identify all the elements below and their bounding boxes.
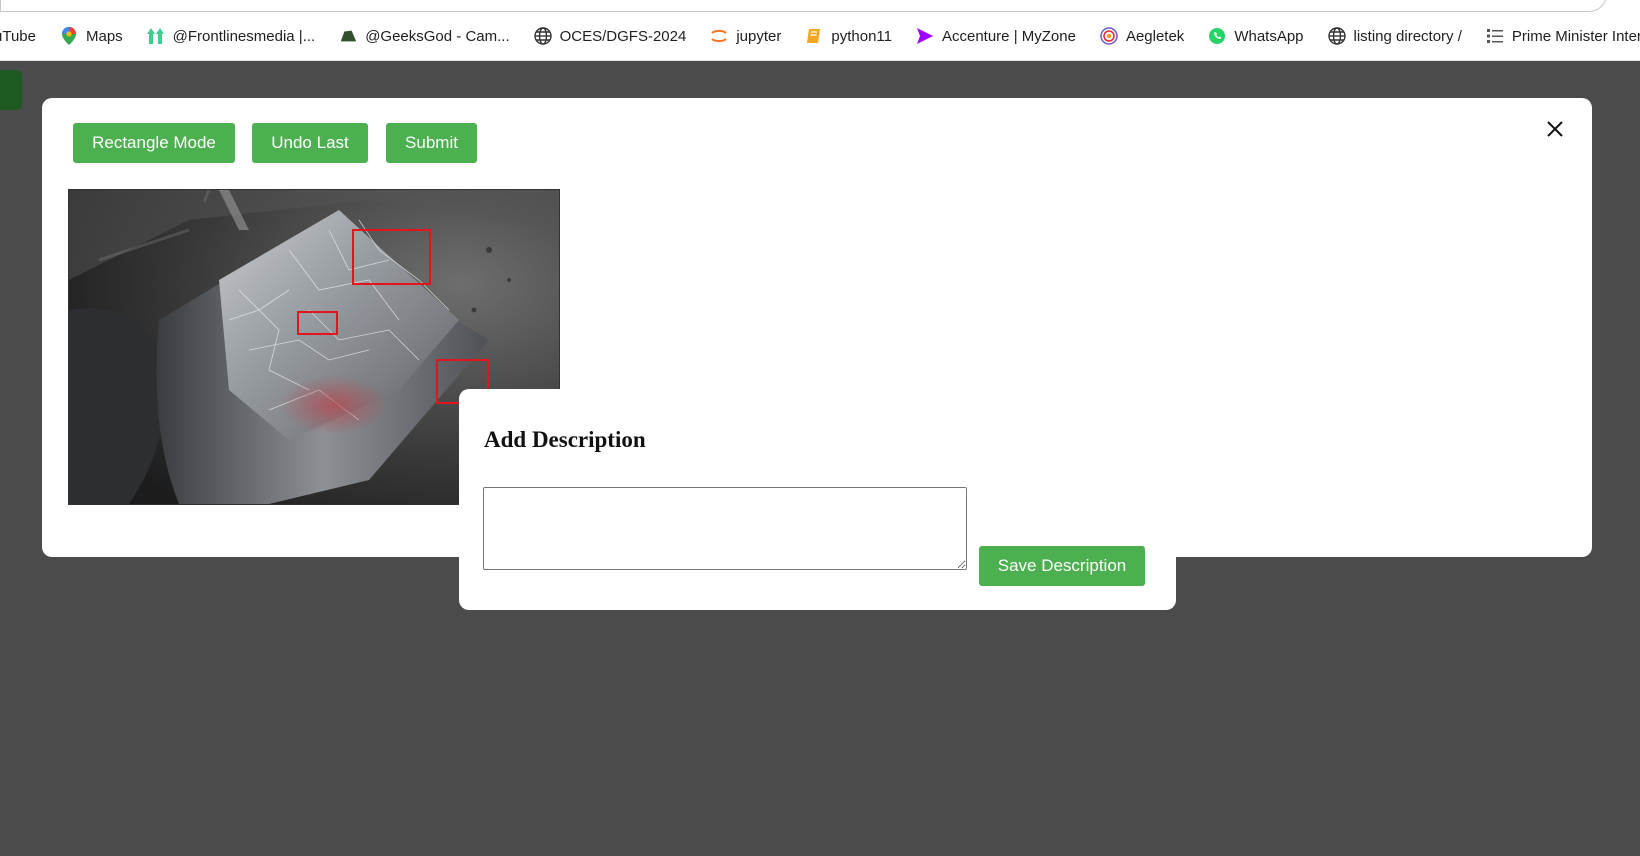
globe-icon xyxy=(533,27,552,45)
bookmark-oces[interactable]: OCES/DGFS-2024 xyxy=(522,12,699,60)
whatsapp-icon xyxy=(1208,27,1226,45)
background-page-button xyxy=(0,70,22,110)
bookmark-label: Accenture | MyZone xyxy=(941,27,1076,45)
close-icon[interactable] xyxy=(1544,118,1566,140)
bookmark-label: uTube xyxy=(0,27,36,45)
bookmark-python11[interactable]: python11 xyxy=(793,12,904,60)
annotation-rectangle[interactable] xyxy=(297,311,338,335)
accenture-arrow-icon xyxy=(916,27,934,45)
undo-last-button[interactable]: Undo Last xyxy=(252,123,368,163)
add-description-dialog: Add Description Save Description xyxy=(459,389,1176,610)
maps-pin-icon xyxy=(60,27,78,45)
bookmarks-bar: uTube Maps @Frontlinesmedia |... @GeeksG… xyxy=(0,12,1640,61)
bookmark-label: jupyter xyxy=(736,27,782,45)
bookmark-jupyter[interactable]: jupyter xyxy=(698,12,793,60)
globe-icon xyxy=(1327,27,1346,45)
jupyter-icon xyxy=(710,27,728,45)
bookmark-aegletek[interactable]: Aegletek xyxy=(1088,12,1196,60)
aegletek-logo-icon xyxy=(1100,27,1118,45)
bookmark-accenture[interactable]: Accenture | MyZone xyxy=(904,12,1088,60)
geeksgod-logo-icon xyxy=(339,27,357,45)
bookmark-label: @Frontlinesmedia |... xyxy=(172,27,316,45)
bookmark-label: WhatsApp xyxy=(1234,27,1304,45)
bookmark-geeksgod[interactable]: @GeeksGod - Cam... xyxy=(327,12,521,60)
frontlines-logo-icon xyxy=(146,27,165,45)
notebook-icon xyxy=(805,27,823,45)
description-textarea[interactable] xyxy=(483,487,967,570)
bookmark-youtube[interactable]: uTube xyxy=(0,12,48,60)
submit-button[interactable]: Submit xyxy=(386,123,477,163)
rectangle-mode-button[interactable]: Rectangle Mode xyxy=(73,123,235,163)
browser-address-strip xyxy=(0,0,1640,12)
bookmark-label: Aegletek xyxy=(1125,27,1185,45)
list-icon xyxy=(1486,27,1504,45)
bookmark-label: Maps xyxy=(85,27,123,45)
address-bar[interactable] xyxy=(0,0,1607,12)
annotation-rectangle[interactable] xyxy=(352,229,431,285)
bookmark-frontlinesmedia[interactable]: @Frontlinesmedia |... xyxy=(135,12,328,60)
bookmark-label: listing directory / xyxy=(1353,27,1462,45)
bookmark-listing-directory[interactable]: listing directory / xyxy=(1316,12,1474,60)
bookmark-label: @GeeksGod - Cam... xyxy=(365,27,510,45)
dialog-title: Add Description xyxy=(484,427,646,452)
bookmark-label: OCES/DGFS-2024 xyxy=(559,27,687,45)
bookmark-prime-minister[interactable]: Prime Minister Inter... xyxy=(1474,12,1640,60)
bookmark-maps[interactable]: Maps xyxy=(48,12,135,60)
save-description-button[interactable]: Save Description xyxy=(979,546,1145,586)
bookmark-whatsapp[interactable]: WhatsApp xyxy=(1196,12,1315,60)
bookmark-label: Prime Minister Inter... xyxy=(1511,27,1640,45)
bookmark-label: python11 xyxy=(831,27,892,45)
